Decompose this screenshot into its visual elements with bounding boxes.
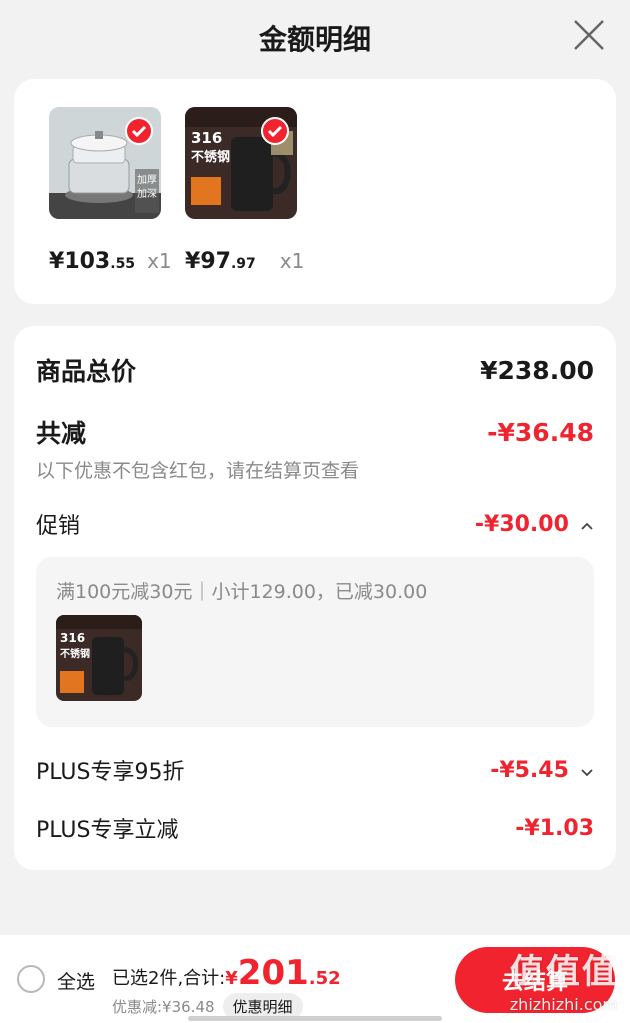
total-value: ¥238.00 — [480, 355, 594, 385]
selected-check-icon[interactable] — [261, 117, 289, 145]
plus-discount-label: PLUS专享95折 — [36, 760, 185, 785]
checkout-button[interactable]: 去结算 — [455, 947, 615, 1013]
page-title: 金额明细 — [258, 23, 371, 56]
plus-discount-value-group[interactable]: -¥5.45 — [490, 758, 594, 783]
promo-image-text: 316 — [60, 631, 85, 645]
promo-detail-box: 满100元减30元｜小计129.00，已减30.00 316 不锈钢 — [36, 557, 594, 727]
product-image-text: 316 — [191, 129, 222, 147]
select-all-label[interactable]: 全选 — [57, 967, 95, 994]
product-image-mug[interactable]: 316 不锈钢 — [185, 107, 297, 219]
plus-discount-row[interactable]: PLUS专享95折 -¥5.45 — [36, 754, 594, 786]
price-symbol: ¥ — [49, 249, 65, 274]
header: 金额明细 — [0, 0, 630, 78]
select-all-radio[interactable] — [17, 965, 45, 993]
promo-value: -¥30.00 — [474, 511, 569, 537]
reduce-label: 共减 — [36, 419, 87, 448]
price-detail-card: 商品总价 ¥238.00 共减 -¥36.48 以下优惠不包含红包，请在结算页查… — [14, 326, 616, 870]
chevron-down-icon[interactable] — [580, 767, 594, 777]
product-image-steamer[interactable]: 加厚 加深 — [49, 107, 161, 219]
product-price: ¥ 97 .97 x1 — [185, 249, 385, 274]
promo-value-group[interactable]: -¥30.00 — [475, 512, 594, 537]
promo-product-image[interactable]: 316 不锈钢 — [56, 615, 142, 701]
selected-check-icon[interactable] — [125, 117, 153, 145]
sum-line: 已选2件,合计: ¥ 201 .52 — [112, 953, 341, 993]
price-decimal: .97 — [230, 256, 256, 272]
promo-image-text: 不锈钢 — [60, 647, 90, 660]
close-icon — [574, 20, 604, 50]
reduce-value: -¥36.48 — [487, 417, 594, 447]
product-image-text: 不锈钢 — [191, 149, 230, 165]
promo-label: 促销 — [36, 514, 81, 539]
home-indicator[interactable] — [188, 1016, 442, 1021]
discount-note: 以下优惠不包含红包，请在结算页查看 — [36, 460, 360, 482]
promo-row[interactable]: 促销 -¥30.00 — [36, 508, 594, 540]
product-card: 加厚 加深 ¥ 103 .55 x1 316 不锈钢 ¥ 97 .97 x1 — [14, 79, 616, 304]
checkout-bar: 全选 已选2件,合计: ¥ 201 .52 优惠减:¥36.48 优惠明细 去结… — [0, 935, 630, 1023]
product-image-text: 加深 — [137, 188, 157, 200]
plus-reduce-value: -¥1.03 — [515, 815, 594, 841]
sum-symbol: ¥ — [225, 968, 238, 989]
total-label: 商品总价 — [36, 357, 137, 386]
product-item[interactable]: 加厚 加深 ¥ 103 .55 x1 — [49, 107, 172, 274]
total-row: 商品总价 ¥238.00 — [36, 352, 594, 388]
product-quantity: x1 — [279, 249, 305, 273]
promo-detail-text: 满100元减30元｜小计129.00，已减30.00 — [56, 581, 428, 603]
product-image-text: 加厚 — [137, 174, 157, 186]
plus-discount-value: -¥5.45 — [490, 757, 569, 783]
reduce-row: 共减 -¥36.48 — [36, 414, 594, 450]
product-quantity: x1 — [147, 249, 172, 273]
sum-integer: 201 — [237, 953, 309, 993]
sum-decimal: .52 — [308, 968, 341, 989]
price-decimal: .55 — [110, 256, 136, 272]
price-integer: 97 — [200, 249, 231, 274]
plus-reduce-row: PLUS专享立减 -¥1.03 — [36, 812, 594, 844]
discount-text: 优惠减:¥36.48 — [112, 998, 215, 1016]
close-button[interactable] — [572, 18, 606, 52]
chevron-up-icon[interactable] — [580, 521, 594, 531]
plus-reduce-label: PLUS专享立减 — [36, 818, 179, 843]
product-item[interactable]: 316 不锈钢 ¥ 97 .97 x1 — [185, 107, 304, 274]
price-symbol: ¥ — [185, 249, 201, 274]
price-integer: 103 — [64, 249, 111, 274]
sum-label: 已选2件,合计: — [112, 968, 226, 989]
